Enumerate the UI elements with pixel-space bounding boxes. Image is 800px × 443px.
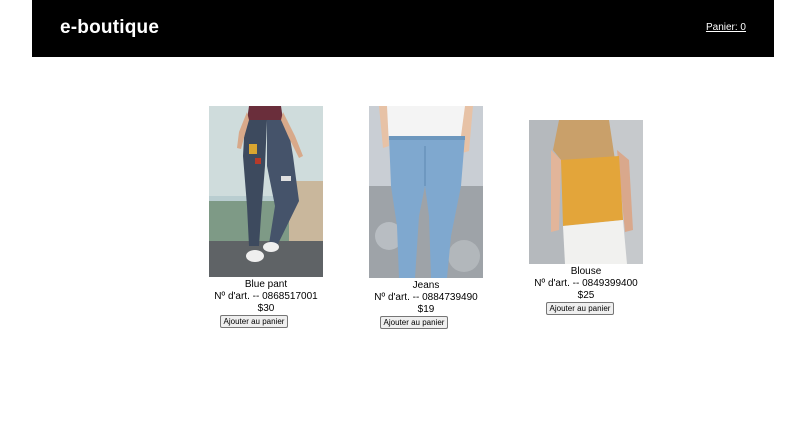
product-image-blue-pant[interactable] [209, 106, 323, 277]
add-to-cart-button[interactable]: Ajouter au panier [379, 316, 449, 329]
product-card-jeans: Jeans Nº d'art. -- 0884739490 $19 Ajoute… [356, 106, 496, 329]
product-price: $25 [577, 290, 595, 301]
product-image-jeans[interactable] [369, 106, 483, 278]
add-to-cart-button[interactable]: Ajouter au panier [219, 315, 289, 328]
product-name: Jeans [412, 280, 440, 291]
product-name: Blouse [570, 266, 602, 277]
product-image-blouse[interactable] [529, 120, 643, 264]
product-name: Blue pant [244, 279, 288, 290]
product-price: $19 [417, 304, 435, 315]
site-logo[interactable]: e-boutique [60, 17, 159, 39]
product-sku: Nº d'art. -- 0849399400 [534, 278, 638, 289]
product-price: $30 [257, 303, 275, 314]
product-card-blouse: Blouse Nº d'art. -- 0849399400 $25 Ajout… [516, 120, 656, 315]
top-bar: e-boutique Panier: 0 [32, 0, 774, 57]
product-sku: Nº d'art. -- 0868517001 [214, 291, 318, 302]
product-sku: Nº d'art. -- 0884739490 [374, 292, 478, 303]
add-to-cart-button[interactable]: Ajouter au panier [545, 302, 615, 315]
product-card-blue-pant: Blue pant Nº d'art. -- 0868517001 $30 Aj… [196, 106, 336, 328]
cart-link[interactable]: Panier: 0 [706, 22, 746, 33]
